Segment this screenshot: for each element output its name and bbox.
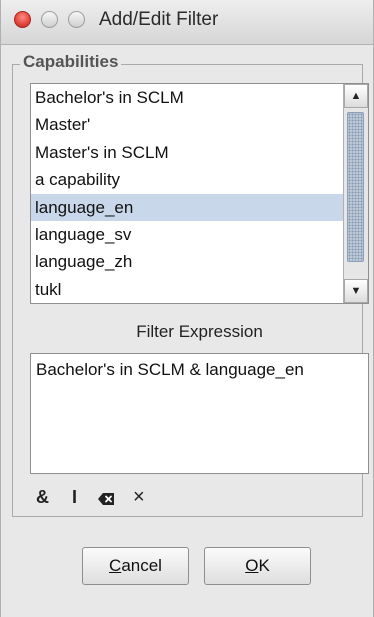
list-item[interactable]: language_sv: [31, 221, 344, 248]
ok-mnemonic: O: [245, 556, 259, 575]
window-title: Add/Edit Filter: [99, 9, 219, 30]
scroll-down-arrow-icon[interactable]: ▼: [344, 279, 368, 303]
minimize-window-icon[interactable]: [41, 11, 58, 28]
title-bar: Add/Edit Filter: [1, 0, 373, 45]
capabilities-list-items: Bachelor's in SCLM Master' Master's in S…: [31, 84, 344, 303]
ok-button[interactable]: OK: [204, 547, 311, 585]
and-operator-button[interactable]: &: [36, 486, 49, 508]
list-item[interactable]: language_zh: [31, 248, 344, 275]
list-item[interactable]: a capability: [31, 166, 344, 193]
clear-button[interactable]: ×: [133, 486, 145, 508]
scrollbar-thumb[interactable]: [347, 112, 364, 262]
cancel-label: ancel: [121, 556, 162, 575]
add-edit-filter-dialog: Add/Edit Filter Capabilities Bachelor's …: [0, 0, 374, 617]
filter-expression-label: Filter Expression: [136, 322, 263, 341]
cancel-button[interactable]: Cancel: [82, 547, 189, 585]
capabilities-legend: Capabilities: [20, 52, 122, 72]
list-item[interactable]: Master': [31, 111, 344, 138]
list-scrollbar[interactable]: ▲ ▼: [343, 84, 368, 303]
list-item[interactable]: Master's in SCLM: [31, 139, 344, 166]
zoom-window-icon[interactable]: [68, 11, 85, 28]
scroll-up-arrow-icon[interactable]: ▲: [344, 84, 368, 108]
backspace-icon[interactable]: [97, 489, 115, 511]
list-item[interactable]: tukl: [31, 276, 344, 303]
filter-expression-field[interactable]: Bachelor's in SCLM & language_en: [30, 353, 369, 474]
ok-label: K: [258, 556, 270, 575]
cancel-mnemonic: C: [109, 556, 122, 575]
or-operator-button[interactable]: I: [72, 486, 77, 508]
list-item[interactable]: language_en: [31, 193, 344, 221]
close-window-icon[interactable]: [14, 11, 31, 28]
capabilities-list[interactable]: Bachelor's in SCLM Master' Master's in S…: [30, 83, 369, 304]
list-item[interactable]: Bachelor's in SCLM: [31, 84, 344, 111]
